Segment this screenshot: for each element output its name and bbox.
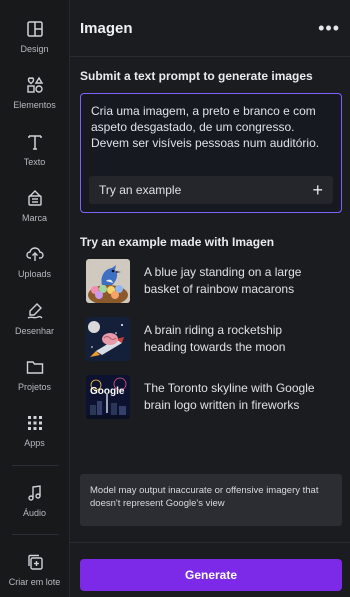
example-text: The Toronto skyline with Google brain lo…: [144, 381, 315, 412]
bottom-divider: [70, 542, 350, 543]
brand-icon: [24, 187, 46, 209]
folder-icon: [24, 356, 46, 378]
sidebar-item-uploads[interactable]: Uploads: [0, 233, 70, 289]
sidebar-item-marca[interactable]: Marca: [0, 177, 70, 233]
prompt-section-title: Submit a text prompt to generate images: [80, 69, 313, 83]
example-item-brain-rocket[interactable]: A brain riding a rocketship heading towa…: [80, 317, 342, 361]
try-example-button[interactable]: Try an example +: [89, 176, 333, 204]
brain-rocket-thumbnail: [86, 317, 130, 361]
sidebar-divider: [11, 533, 58, 535]
sidebar-item-desenhar[interactable]: Desenhar: [0, 290, 70, 346]
text-icon: [24, 131, 46, 153]
more-options-icon[interactable]: •••: [318, 18, 340, 39]
sidebar-item-projetos[interactable]: Projetos: [0, 346, 70, 402]
plus-icon: +: [312, 180, 323, 200]
sidebar-item-label: Texto: [23, 156, 46, 167]
blue-jay-thumbnail: [86, 259, 130, 303]
sidebar-item-criar-em-lote[interactable]: Criar em lote: [0, 541, 70, 597]
examples-title: Try an example made with Imagen: [80, 235, 275, 249]
sidebar-item-audio[interactable]: Áudio: [0, 471, 70, 527]
sidebar-item-label: Design: [20, 44, 49, 55]
apps-icon: [24, 412, 46, 434]
panel-header: Imagen •••: [70, 0, 350, 57]
sidebar: Design Elementos Texto Marca Uploads Des…: [0, 0, 70, 597]
generate-button[interactable]: Generate: [80, 559, 342, 591]
imagen-panel: Imagen ••• Submit a text prompt to gener…: [70, 0, 350, 597]
sidebar-item-label: Marca: [21, 213, 47, 224]
sidebar-divider: [11, 464, 58, 466]
example-item-toronto-skyline[interactable]: Google The Toronto skyline with Google b…: [80, 375, 342, 419]
prompt-text[interactable]: Cria uma imagem, a preto e branco e com …: [91, 103, 331, 151]
sidebar-item-label: Desenhar: [14, 325, 55, 336]
shapes-icon: [24, 74, 46, 96]
sidebar-item-apps[interactable]: Apps: [0, 402, 70, 458]
sidebar-item-label: Criar em lote: [8, 576, 61, 587]
audio-icon: [24, 482, 46, 504]
sidebar-item-label: Projetos: [17, 382, 52, 393]
sidebar-item-label: Uploads: [17, 269, 52, 280]
try-example-label: Try an example: [99, 183, 182, 197]
example-text: A brain riding a rocketship heading towa…: [144, 323, 286, 354]
bulk-create-icon: [24, 551, 46, 573]
sidebar-item-label: Apps: [24, 438, 45, 449]
sidebar-item-elementos[interactable]: Elementos: [0, 64, 70, 120]
sidebar-item-label: Elementos: [13, 100, 56, 111]
sidebar-item-design[interactable]: Design: [0, 8, 70, 64]
layout-icon: [24, 18, 46, 40]
sidebar-item-label: Áudio: [22, 507, 47, 518]
toronto-skyline-thumbnail: Google: [86, 375, 130, 419]
panel-title: Imagen: [80, 19, 133, 37]
example-text: A blue jay standing on a large basket of…: [144, 265, 302, 296]
example-item-blue-jay[interactable]: A blue jay standing on a large basket of…: [80, 259, 342, 303]
upload-icon: [24, 243, 46, 265]
app: Design Elementos Texto Marca Uploads Des…: [0, 0, 350, 597]
sidebar-item-texto[interactable]: Texto: [0, 121, 70, 177]
draw-icon: [24, 300, 46, 322]
model-disclaimer: Model may output inaccurate or offensive…: [80, 474, 342, 526]
prompt-input[interactable]: Cria uma imagem, a preto e branco e com …: [80, 93, 342, 213]
